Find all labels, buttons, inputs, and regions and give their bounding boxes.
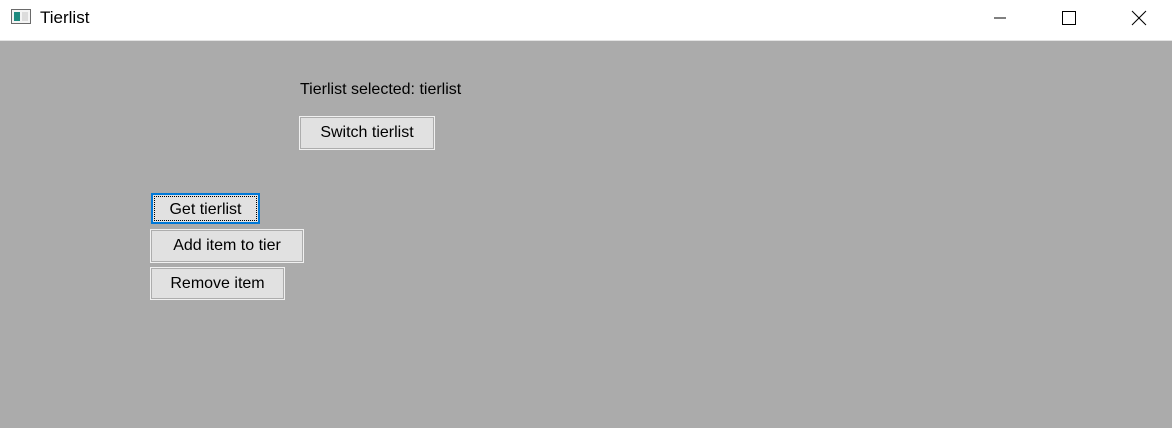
close-icon (1131, 10, 1147, 26)
add-item-button[interactable]: Add item to tier (151, 230, 303, 262)
minimize-icon (994, 17, 1006, 19)
maximize-icon (1062, 11, 1076, 25)
close-button[interactable] (1116, 0, 1162, 40)
selected-tierlist-label: Tierlist selected: tierlist (300, 81, 462, 98)
maximize-button[interactable] (1046, 0, 1092, 40)
get-tierlist-button[interactable]: Get tierlist (151, 193, 260, 224)
minimize-button[interactable] (977, 0, 1023, 40)
app-window-icon (11, 9, 31, 24)
switch-tierlist-button[interactable]: Switch tierlist (300, 117, 434, 149)
window-title: Tierlist (40, 8, 90, 27)
title-bar[interactable]: Tierlist (0, 0, 1172, 41)
app-icon-left-pane (14, 12, 20, 21)
remove-item-button[interactable]: Remove item (151, 268, 284, 299)
focus-ring (154, 196, 257, 221)
app-icon-right-pane (22, 12, 28, 21)
app-window: Tierlist Tierlist selected: tierlist Swi… (0, 0, 1172, 428)
